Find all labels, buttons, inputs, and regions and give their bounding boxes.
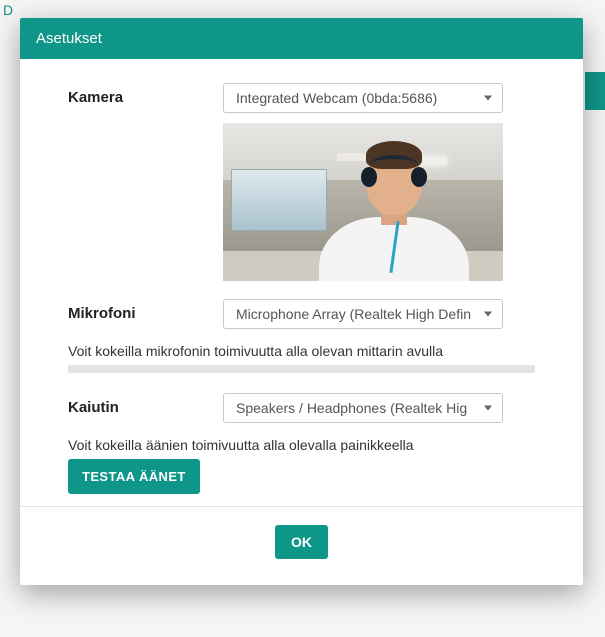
modal-body: Kamera Integrated Webcam (0bda:5686) [20,59,583,506]
bg-side-accent [585,72,605,110]
speaker-control: Speakers / Headphones (Realtek Hig [223,393,535,423]
camera-preview [223,123,503,281]
camera-control: Integrated Webcam (0bda:5686) [223,83,535,281]
ok-button[interactable]: OK [275,525,328,559]
microphone-info: Voit kokeilla mikrofonin toimivuutta all… [68,343,535,359]
modal-title: Asetukset [20,18,583,59]
chevron-down-icon [484,406,492,411]
speaker-label: Kaiutin [68,393,223,416]
camera-label: Kamera [68,83,223,106]
speaker-info: Voit kokeilla äänien toimivuutta alla ol… [68,437,535,453]
bg-letter: D [3,2,13,18]
microphone-level-meter [68,365,535,373]
camera-select[interactable]: Integrated Webcam (0bda:5686) [223,83,503,113]
chevron-down-icon [484,312,492,317]
camera-row: Kamera Integrated Webcam (0bda:5686) [68,83,535,281]
speaker-select[interactable]: Speakers / Headphones (Realtek Hig [223,393,503,423]
test-sound-button[interactable]: TESTAA ÄÄNET [68,459,200,494]
microphone-select-value: Microphone Array (Realtek High Defin [236,306,471,322]
camera-select-value: Integrated Webcam (0bda:5686) [236,90,437,106]
chevron-down-icon [484,96,492,101]
speaker-row: Kaiutin Speakers / Headphones (Realtek H… [68,393,535,423]
modal-footer: OK [20,506,583,585]
microphone-row: Mikrofoni Microphone Array (Realtek High… [68,299,535,329]
microphone-select[interactable]: Microphone Array (Realtek High Defin [223,299,503,329]
microphone-label: Mikrofoni [68,299,223,322]
settings-modal: Asetukset Kamera Integrated Webcam (0bda… [20,18,583,585]
microphone-control: Microphone Array (Realtek High Defin [223,299,535,329]
speaker-select-value: Speakers / Headphones (Realtek Hig [236,400,467,416]
